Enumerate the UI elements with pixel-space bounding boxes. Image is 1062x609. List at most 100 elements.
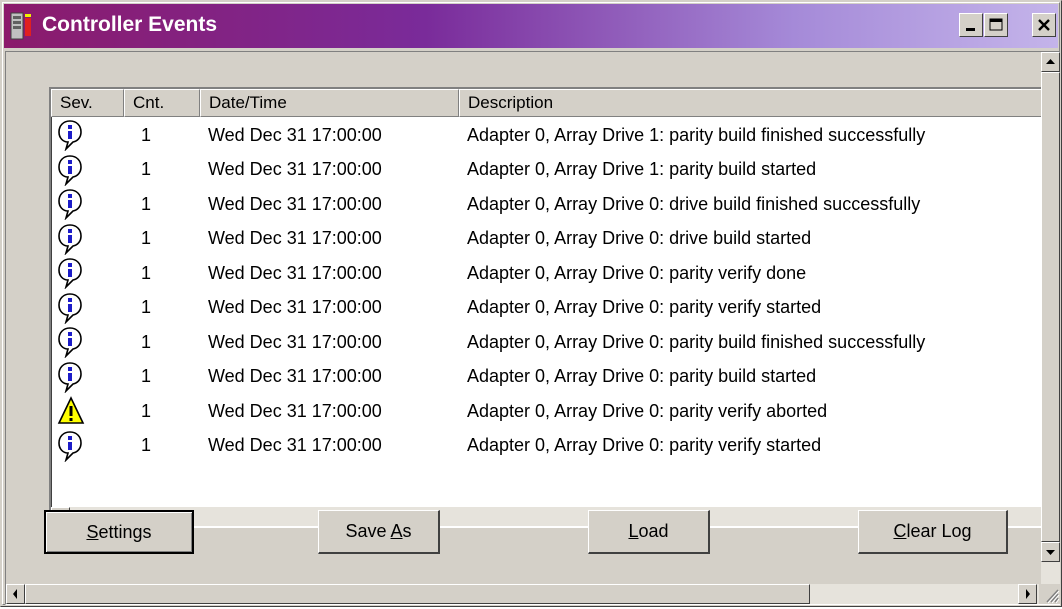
save-as-label-key: A [390,521,403,541]
settings-button[interactable]: Settings [44,510,194,554]
scroll-right-button[interactable] [1018,584,1037,604]
severity-cell [51,118,124,152]
arrow-left-icon [13,589,17,599]
count-cell: 1 [141,262,152,283]
description-cell: Adapter 0, Array Drive 1: parity build s… [467,159,817,180]
close-button[interactable] [1032,13,1056,37]
datetime-cell: Wed Dec 31 17:00:00 [208,228,382,249]
count-cell: 1 [141,366,152,387]
count-cell: 1 [141,193,152,214]
count-cell: 1 [141,331,152,352]
datetime-cell: Wed Dec 31 17:00:00 [208,435,382,456]
severity-cell [51,325,124,359]
info-icon [57,326,83,363]
datetime-cell: Wed Dec 31 17:00:00 [208,366,382,387]
description-cell: Adapter 0, Array Drive 0: drive build fi… [467,193,921,214]
save-as-button[interactable]: Save As [318,510,440,554]
app-icon [10,12,31,40]
severity-cell [51,153,124,187]
scroll-left-button[interactable] [6,584,25,604]
column-header-datetime[interactable]: Date/Time [200,89,459,117]
warning-icon [57,395,85,432]
arrow-down-icon [1046,550,1055,555]
size-grip[interactable] [1041,584,1060,604]
scroll-up-button[interactable] [1041,52,1060,72]
info-icon [57,361,83,398]
event-row[interactable]: 1 Wed Dec 31 17:00:00 Adapter 0, Array Dri… [51,394,1042,429]
clear-log-label-key: C [893,521,907,541]
description-cell: Adapter 0, Array Drive 0: parity verify … [467,262,807,283]
clear-log-label-post: lear Log [906,521,972,541]
severity-cell [51,429,124,463]
count-cell: 1 [141,159,152,180]
title-bar[interactable]: Controller Events [4,4,1058,48]
event-rows: 1 Wed Dec 31 17:00:00 Adapter 0, Array Dri… [51,118,1042,464]
controller-events-window: Controller Events Sev. Cnt. Date/Time De… [0,0,1062,607]
severity-cell [51,394,124,428]
severity-cell [51,360,124,394]
severity-cell [51,291,124,325]
event-row[interactable]: 1 Wed Dec 31 17:00:00 Adapter 0, Array Dri… [51,291,1042,326]
event-row[interactable]: 1 Wed Dec 31 17:00:00 Adapter 0, Array Dri… [51,325,1042,360]
info-icon [57,154,83,191]
description-cell: Adapter 0, Array Drive 0: parity build f… [467,331,926,352]
maximize-button[interactable] [984,13,1008,37]
minimize-button[interactable] [959,13,983,37]
scroll-down-button[interactable] [1041,542,1060,562]
datetime-cell: Wed Dec 31 17:00:00 [208,159,382,180]
description-cell: Adapter 0, Array Drive 0: drive build st… [467,228,812,249]
info-icon [57,223,83,260]
window-title: Controller Events [42,13,218,36]
description-cell: Adapter 0, Array Drive 1: parity build f… [467,124,926,145]
resize-grip-icon [1046,589,1060,604]
count-cell: 1 [141,228,152,249]
count-cell: 1 [141,297,152,318]
description-cell: Adapter 0, Array Drive 0: parity verify … [467,435,822,456]
info-icon [57,119,83,156]
load-label-key: L [628,521,639,541]
datetime-cell: Wed Dec 31 17:00:00 [208,124,382,145]
vertical-scroll-thumb[interactable] [1041,72,1060,542]
description-cell: Adapter 0, Array Drive 0: parity build s… [467,366,817,387]
info-icon [57,188,83,225]
arrow-up-icon [1046,59,1055,64]
window-horizontal-scrollbar[interactable] [6,584,1039,604]
datetime-cell: Wed Dec 31 17:00:00 [208,331,382,352]
event-row[interactable]: 1 Wed Dec 31 17:00:00 Adapter 0, Array Dri… [51,222,1042,257]
client-area: Sev. Cnt. Date/Time Description 1 Wed Dec… [5,51,1060,605]
save-as-label-post: s [402,521,412,541]
settings-label-key: S [86,522,99,542]
datetime-cell: Wed Dec 31 17:00:00 [208,400,382,421]
severity-cell [51,222,124,256]
window-vertical-scrollbar[interactable] [1041,52,1060,602]
description-cell: Adapter 0, Array Drive 0: parity verify … [467,400,828,421]
datetime-cell: Wed Dec 31 17:00:00 [208,193,382,214]
event-row[interactable]: 1 Wed Dec 31 17:00:00 Adapter 0, Array Dri… [51,187,1042,222]
column-header-description[interactable]: Description [459,89,1042,117]
minimize-icon [966,28,975,31]
event-row[interactable]: 1 Wed Dec 31 17:00:00 Adapter 0, Array Dri… [51,360,1042,395]
count-cell: 1 [141,435,152,456]
load-label-post: oad [638,521,669,541]
column-header-count[interactable]: Cnt. [124,89,200,117]
severity-cell [51,256,124,290]
severity-cell [51,187,124,221]
settings-label-post: ettings [98,522,152,542]
event-row[interactable]: 1 Wed Dec 31 17:00:00 Adapter 0, Array Dri… [51,153,1042,188]
column-header-severity[interactable]: Sev. [51,89,124,117]
count-cell: 1 [141,400,152,421]
event-row[interactable]: 1 Wed Dec 31 17:00:00 Adapter 0, Array Dri… [51,256,1042,291]
arrow-right-icon [1026,589,1030,599]
list-header: Sev. Cnt. Date/Time Description [51,89,1042,117]
horizontal-scroll-thumb[interactable] [25,584,810,604]
close-icon [1038,19,1050,31]
save-as-label-pre: Save [345,521,391,541]
load-button[interactable]: Load [588,510,710,554]
datetime-cell: Wed Dec 31 17:00:00 [208,262,382,283]
description-cell: Adapter 0, Array Drive 0: parity verify … [467,297,822,318]
events-list[interactable]: Sev. Cnt. Date/Time Description 1 Wed Dec… [49,87,1044,528]
clear-log-button[interactable]: Clear Log [858,510,1008,554]
event-row[interactable]: 1 Wed Dec 31 17:00:00 Adapter 0, Array Dri… [51,118,1042,153]
info-icon [57,257,83,294]
event-row[interactable]: 1 Wed Dec 31 17:00:00 Adapter 0, Array Dri… [51,429,1042,464]
